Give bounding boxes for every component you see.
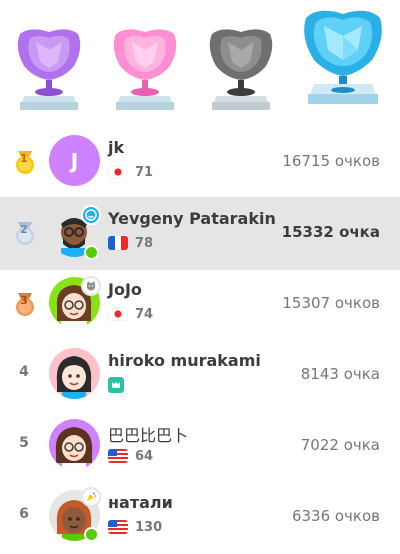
language-count: 64 <box>135 448 154 464</box>
leaderboard-row[interactable]: 3 JoJo 74 15307 очков <box>0 268 400 341</box>
online-status-icon <box>84 527 99 542</box>
party-badge-icon <box>81 487 101 507</box>
cat-badge-icon <box>81 276 101 296</box>
smiley-badge-icon <box>81 205 101 225</box>
avatar[interactable] <box>49 348 100 399</box>
avatar[interactable] <box>49 419 100 470</box>
user-meta: 64 <box>108 448 153 464</box>
rank-number: 2 <box>20 223 28 236</box>
avatar-image <box>49 348 100 399</box>
diamond-league-trophy <box>304 10 382 104</box>
user-meta <box>108 377 131 393</box>
japan-flag-icon <box>108 165 128 179</box>
rank-number: 6 <box>19 506 29 522</box>
rank-number: 3 <box>20 294 28 307</box>
user-meta: 130 <box>108 519 162 535</box>
xp-points: 16715 очков <box>282 152 380 170</box>
xp-points: 6336 очков <box>291 507 380 525</box>
user-name: jk <box>108 138 125 157</box>
user-name: натали <box>108 493 173 512</box>
avatar-letter: J <box>70 148 79 173</box>
leaderboard-row[interactable]: 4 hiroko murakami 8143 очка <box>0 339 400 412</box>
japan-flag-icon <box>108 307 128 321</box>
leaderboard-row[interactable]: 5 巴巴比巴卜 64 7022 очка <box>0 410 400 483</box>
language-count: 78 <box>135 235 154 251</box>
league-trophies <box>0 0 400 118</box>
language-count: 74 <box>135 306 154 322</box>
xp-points: 15332 очка <box>281 223 380 241</box>
online-status-icon <box>84 245 99 260</box>
amethyst-league-trophy <box>17 29 81 110</box>
course-icon <box>108 377 124 393</box>
xp-points: 8143 очка <box>300 365 380 383</box>
language-count: 130 <box>135 519 163 535</box>
leaderboard-row-current-user[interactable]: 2 Yevgeny Patarakin 78 15332 очка <box>0 197 400 270</box>
user-name: hiroko murakami <box>108 351 261 370</box>
usa-flag-icon <box>108 449 128 463</box>
avatar-image <box>49 419 100 470</box>
avatar[interactable]: J <box>49 135 100 186</box>
rank-number: 4 <box>19 364 29 380</box>
user-name: Yevgeny Patarakin <box>108 209 276 228</box>
leaderboard-row[interactable]: 1 J jk 71 16715 очков <box>0 126 400 199</box>
xp-points: 15307 очков <box>282 294 380 312</box>
obsidian-league-trophy <box>209 29 273 110</box>
user-name: 巴巴比巴卜 <box>108 426 189 445</box>
usa-flag-icon <box>108 520 128 534</box>
xp-points: 7022 очка <box>300 436 380 454</box>
pearl-league-trophy <box>113 29 177 110</box>
leaderboard-row[interactable]: 6 натали 130 6336 очков <box>0 481 400 554</box>
user-meta: 74 <box>108 306 153 322</box>
france-flag-icon <box>108 236 128 250</box>
user-name: JoJo <box>108 280 142 299</box>
rank-number: 1 <box>20 152 28 165</box>
user-meta: 78 <box>108 235 153 251</box>
user-meta: 71 <box>108 164 153 180</box>
rank-number: 5 <box>19 435 29 451</box>
language-count: 71 <box>135 164 154 180</box>
